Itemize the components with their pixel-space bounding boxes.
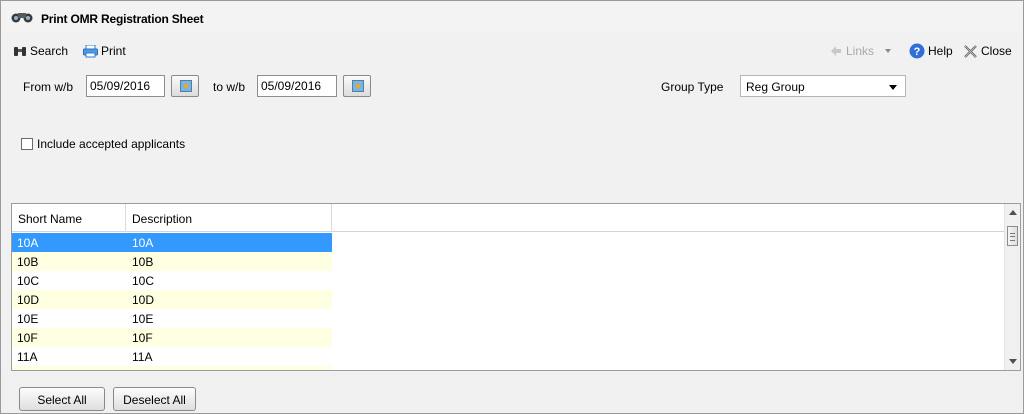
- links-label: Links: [846, 44, 875, 58]
- chevron-down-icon: [889, 85, 897, 90]
- to-wb-calendar-button[interactable]: [343, 75, 371, 97]
- group-type-label: Group Type: [661, 80, 724, 94]
- list-row[interactable]: 10E 10E: [12, 309, 332, 328]
- help-icon: ?: [909, 43, 925, 59]
- group-type-select[interactable]: Reg Group: [740, 75, 906, 97]
- svg-text:?: ?: [914, 46, 921, 58]
- description-cell: 10F: [132, 331, 153, 345]
- list-row[interactable]: 11A 11A: [12, 347, 332, 366]
- footer-bar: Select All Deselect All: [1, 373, 1023, 413]
- close-button[interactable]: Close: [963, 42, 1012, 60]
- list-row[interactable]: 10F 10F: [12, 328, 332, 347]
- print-button[interactable]: Print: [83, 42, 126, 60]
- help-label: Help: [928, 44, 953, 58]
- help-button[interactable]: ? Help: [909, 42, 953, 60]
- list-row[interactable]: 10A 10A: [12, 233, 332, 252]
- calendar-icon: [180, 80, 192, 92]
- deselect-all-button[interactable]: Deselect All: [113, 387, 196, 411]
- binoculars-icon: [11, 13, 33, 23]
- group-type-value: Reg Group: [746, 80, 805, 94]
- list-row-partial[interactable]: [12, 366, 332, 370]
- description-cell: 10E: [132, 312, 154, 326]
- toolbar: Search Print Links ? Help Close: [1, 39, 1023, 63]
- list-row[interactable]: 10D 10D: [12, 290, 332, 309]
- print-omr-window: Print OMR Registration Sheet Search Prin…: [0, 0, 1024, 414]
- list-row[interactable]: 10C 10C: [12, 271, 332, 290]
- short-name-cell: 10F: [17, 331, 38, 345]
- column-header-description[interactable]: Description: [126, 204, 332, 232]
- filter-panel: From w/b 05/09/2016 to w/b 05/09/2016 Gr…: [1, 63, 1023, 201]
- scrollbar-thumb[interactable]: [1007, 226, 1018, 246]
- close-icon: [964, 44, 977, 58]
- to-wb-date-input[interactable]: 05/09/2016: [257, 75, 337, 97]
- search-button[interactable]: Search: [13, 42, 68, 60]
- short-name-cell: 10B: [17, 255, 39, 269]
- short-name-cell: 11A: [17, 350, 38, 364]
- short-name-cell: 10E: [17, 312, 39, 326]
- scroll-up-arrow-icon[interactable]: [1009, 210, 1017, 215]
- vertical-scrollbar[interactable]: [1004, 204, 1020, 370]
- list-header: Short Name Description: [12, 204, 1006, 232]
- links-icon: [831, 46, 841, 56]
- column-header-short-name[interactable]: Short Name: [12, 204, 126, 232]
- description-cell: 10D: [132, 293, 155, 307]
- title-bar: Print OMR Registration Sheet: [1, 1, 1023, 31]
- links-menu[interactable]: Links: [829, 42, 892, 60]
- list-rows: 10A 10A 10B 10B 10C 10C 10D 10D 10E 10E …: [12, 233, 332, 370]
- from-wb-label: From w/b: [23, 80, 74, 94]
- list-row[interactable]: 10B 10B: [12, 252, 332, 271]
- include-accepted-label: Include accepted applicants: [37, 137, 186, 151]
- binoculars-icon: [14, 47, 26, 56]
- include-accepted-checkbox[interactable]: [21, 138, 33, 150]
- chevron-down-icon: [885, 49, 892, 53]
- window-title: Print OMR Registration Sheet: [41, 12, 204, 26]
- description-cell: 10A: [132, 236, 154, 250]
- from-wb-date-input[interactable]: 05/09/2016: [86, 75, 165, 97]
- from-wb-calendar-button[interactable]: [171, 75, 199, 97]
- short-name-cell: 10D: [17, 293, 40, 307]
- scroll-down-arrow-icon[interactable]: [1009, 359, 1017, 364]
- close-label: Close: [981, 44, 1012, 58]
- description-cell: 11A: [132, 350, 153, 364]
- print-label: Print: [101, 44, 126, 58]
- calendar-icon: [352, 80, 364, 92]
- printer-icon: [83, 44, 98, 57]
- description-cell: 10B: [132, 255, 154, 269]
- reg-group-list: Short Name Description 10A 10A 10B 10B 1…: [11, 203, 1021, 371]
- short-name-cell: 10C: [17, 274, 40, 288]
- to-wb-label-text: to w/b: [213, 80, 246, 94]
- search-label: Search: [30, 44, 69, 58]
- short-name-cell: 10A: [17, 236, 39, 250]
- select-all-button[interactable]: Select All: [19, 387, 105, 411]
- description-cell: 10C: [132, 274, 155, 288]
